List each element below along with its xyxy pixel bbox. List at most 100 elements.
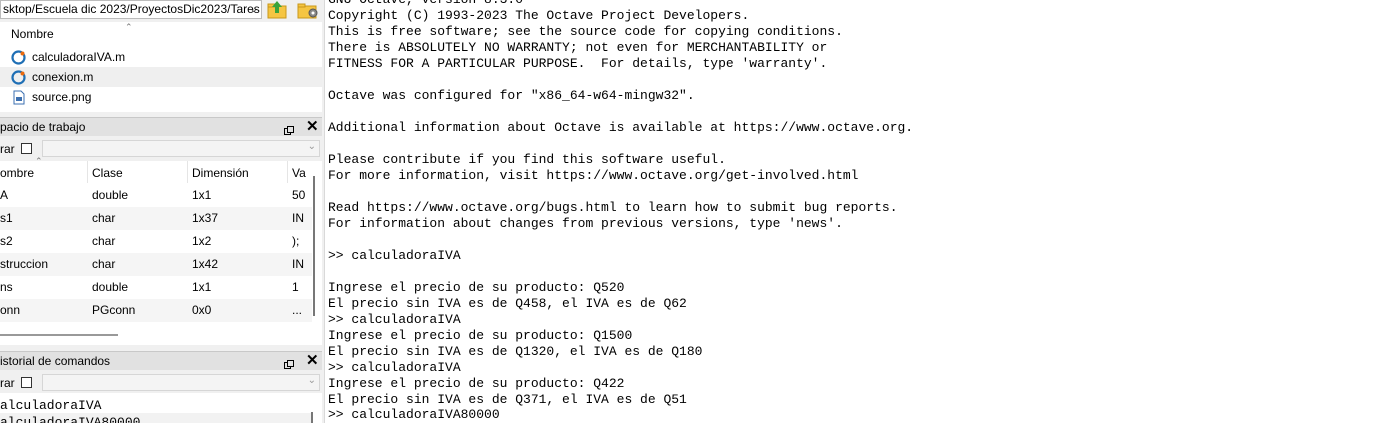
file-row[interactable]: calculadoraIVA.m: [0, 47, 322, 67]
workspace-filter-checkbox[interactable]: [21, 143, 32, 154]
folder-up-icon[interactable]: [266, 0, 288, 19]
var-value: 50: [292, 188, 306, 202]
var-value: ...: [292, 303, 303, 317]
octave-file-icon: [11, 50, 26, 65]
var-name: onn: [0, 303, 21, 317]
file-browser-list: ⌃ Nombre calculadoraIVA.m conexion.m sou…: [0, 22, 322, 112]
history-filter-checkbox[interactable]: [21, 377, 32, 388]
horizontal-scrollbar[interactable]: [0, 334, 118, 336]
chevron-down-icon[interactable]: ⌄: [308, 375, 316, 386]
column-header-value[interactable]: Va: [292, 166, 306, 180]
file-name: conexion.m: [32, 70, 94, 84]
console-line: GNU Octave, version 8.3.0: [328, 0, 523, 8]
current-directory-field[interactable]: sktop/Escuela dic 2023/ProyectosDic2023/…: [0, 0, 262, 19]
console-line: >> calculadoraIVA: [328, 312, 461, 327]
var-dimension: 1x37: [192, 211, 219, 225]
console-line: Read https://www.octave.org/bugs.html to…: [328, 200, 898, 215]
var-class: char: [92, 234, 116, 248]
workspace-table: ⌃ ombre Clase Dimensión Va A double 1x1 …: [0, 156, 322, 345]
var-class: char: [92, 257, 116, 271]
column-header-name[interactable]: ombre: [0, 166, 34, 180]
column-divider: [287, 161, 288, 183]
var-value: IN: [292, 257, 304, 271]
sort-indicator-icon: ⌃: [35, 156, 43, 166]
file-row[interactable]: source.png: [0, 87, 322, 107]
chevron-down-icon[interactable]: ⌄: [250, 1, 258, 18]
var-name: s1: [0, 211, 13, 225]
console-line: This is free software; see the source co…: [328, 24, 843, 39]
file-column-header[interactable]: Nombre: [11, 27, 54, 41]
command-window[interactable]: GNU Octave, version 8.3.0 Copyright (C) …: [328, 0, 1378, 423]
var-dimension: 1x1: [192, 188, 212, 202]
column-header-dimension[interactable]: Dimensión: [192, 166, 249, 180]
console-line: For more information, visit https://www.…: [328, 168, 859, 183]
var-value: 1: [292, 280, 299, 294]
command-history-list: alculadoraIVA alculadoraIVA80000: [0, 393, 322, 423]
workspace-filter-bar: rar ⌄: [0, 139, 322, 159]
console-line: FITNESS FOR A PARTICULAR PURPOSE. For de…: [328, 56, 828, 71]
column-divider: [87, 161, 88, 183]
var-value: IN: [292, 211, 304, 225]
var-name: struccion: [0, 257, 49, 271]
octave-file-icon: [11, 70, 26, 85]
console-line: Please contribute if you find this softw…: [328, 152, 726, 167]
console-line: El precio sin IVA es de Q371, el IVA es …: [328, 392, 687, 407]
console-line: Ingrese el precio de su producto: Q1500: [328, 328, 633, 343]
history-command: alculadoraIVA: [0, 398, 102, 413]
var-name: s2: [0, 234, 13, 248]
vertical-scrollbar[interactable]: [313, 176, 315, 316]
table-row[interactable]: struccion char 1x42 IN: [0, 253, 312, 276]
var-class: double: [92, 188, 129, 202]
list-item[interactable]: alculadoraIVA80000: [0, 413, 312, 423]
history-command: alculadoraIVA80000: [0, 415, 141, 423]
var-name: ns: [0, 280, 13, 294]
current-directory-text: sktop/Escuela dic 2023/ProyectosDic2023/…: [3, 2, 262, 16]
console-line: El precio sin IVA es de Q1320, el IVA es…: [328, 344, 703, 359]
undock-icon[interactable]: [284, 356, 294, 369]
console-line: Ingrese el precio de su producto: Q422: [328, 376, 625, 391]
undock-icon[interactable]: [284, 122, 294, 135]
table-row[interactable]: onn PGconn 0x0 ...: [0, 299, 312, 322]
left-dock: sktop/Escuela dic 2023/ProyectosDic2023/…: [0, 0, 324, 423]
console-line: There is ABSOLUTELY NO WARRANTY; not eve…: [328, 40, 828, 55]
history-panel-title: istorial de comandos: [0, 354, 111, 368]
history-panel-header: istorial de comandos ✕: [0, 351, 322, 370]
history-filter-input[interactable]: ⌄: [42, 374, 320, 391]
var-class: PGconn: [92, 303, 136, 317]
var-dimension: 1x42: [192, 257, 219, 271]
vertical-scrollbar[interactable]: [311, 412, 313, 423]
image-file-icon: [11, 90, 26, 105]
history-filter-label: rar: [0, 376, 15, 390]
console-line: >> calculadoraIVA: [328, 248, 461, 263]
workspace-filter-input[interactable]: ⌄: [42, 140, 320, 157]
var-class: double: [92, 280, 129, 294]
var-dimension: 1x2: [192, 234, 212, 248]
table-row[interactable]: s1 char 1x37 IN: [0, 207, 312, 230]
console-line: For information about changes from previ…: [328, 216, 843, 231]
splitter[interactable]: [324, 0, 325, 423]
close-icon[interactable]: ✕: [306, 352, 319, 370]
sort-indicator-icon: ⌃: [125, 22, 133, 32]
folder-gear-icon[interactable]: [297, 0, 319, 19]
console-line: Ingrese el precio de su producto: Q520: [328, 280, 625, 295]
column-divider: [187, 161, 188, 183]
chevron-down-icon[interactable]: ⌄: [308, 141, 316, 152]
table-row[interactable]: ns double 1x1 1: [0, 276, 312, 299]
console-line: >> calculadoraIVA80000: [328, 407, 500, 422]
var-name: A: [0, 188, 9, 202]
var-class: char: [92, 211, 116, 225]
var-value: );: [292, 234, 300, 248]
column-header-class[interactable]: Clase: [92, 166, 123, 180]
close-icon[interactable]: ✕: [306, 118, 319, 136]
file-name: calculadoraIVA.m: [32, 50, 126, 64]
var-dimension: 0x0: [192, 303, 212, 317]
var-dimension: 1x1: [192, 280, 212, 294]
console-line: Octave was configured for "x86_64-w64-mi…: [328, 88, 695, 103]
file-row[interactable]: conexion.m: [0, 67, 322, 87]
file-name: source.png: [32, 90, 92, 104]
table-row[interactable]: A double 1x1 50: [0, 184, 312, 207]
console-line: Additional information about Octave is a…: [328, 120, 914, 135]
console-line: El precio sin IVA es de Q458, el IVA es …: [328, 296, 687, 311]
history-filter-bar: rar ⌄: [0, 373, 322, 393]
table-row[interactable]: s2 char 1x2 );: [0, 230, 312, 253]
